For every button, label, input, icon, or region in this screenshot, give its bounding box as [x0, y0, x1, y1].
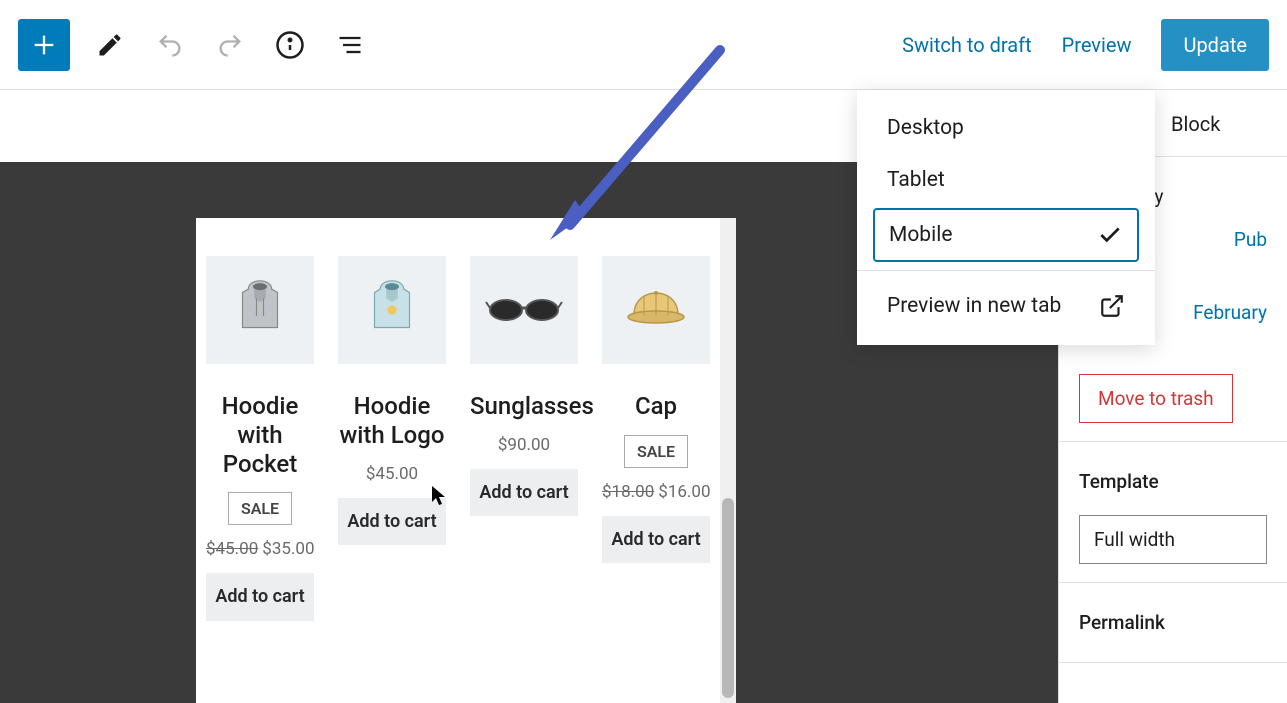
product-price: $90.00: [470, 435, 578, 455]
add-to-cart-button[interactable]: Add to cart: [206, 573, 314, 620]
hoodie-blue-icon: [357, 275, 427, 345]
info-icon: [275, 30, 305, 60]
product-image[interactable]: [206, 256, 314, 364]
preview-option-desktop[interactable]: Desktop: [857, 102, 1155, 154]
preview-option-tablet[interactable]: Tablet: [857, 154, 1155, 206]
editor-toolbar: Switch to draft Preview Update: [0, 0, 1287, 90]
sidebar-section-permalink: Permalink: [1059, 583, 1287, 663]
list-icon: [336, 31, 364, 59]
template-select[interactable]: Full width: [1079, 515, 1267, 564]
redo-icon: [216, 31, 244, 59]
product-title: Sunglasses: [470, 392, 578, 421]
pencil-icon: [96, 31, 124, 59]
info-button[interactable]: [270, 25, 310, 65]
switch-to-draft-button[interactable]: Switch to draft: [902, 33, 1032, 57]
preview-button[interactable]: Preview: [1062, 33, 1132, 57]
product-title: Hoodie with Pocket: [206, 392, 314, 478]
sale-badge: SALE: [228, 492, 292, 525]
product-image[interactable]: [338, 256, 446, 364]
product-price: $45.00$35.00: [206, 539, 314, 559]
template-label: Template: [1079, 460, 1267, 503]
scrollbar-thumb[interactable]: [722, 498, 734, 698]
plus-icon: [30, 31, 58, 59]
permalink-label: Permalink: [1079, 601, 1267, 644]
toolbar-right: Switch to draft Preview Update: [902, 19, 1269, 71]
product-card: Hoodie with Pocket SALE $45.00$35.00 Add…: [206, 256, 314, 621]
preview-new-tab[interactable]: Preview in new tab: [857, 279, 1155, 333]
product-price: $18.00$16.00: [602, 482, 710, 502]
product-title: Hoodie with Logo: [338, 392, 446, 450]
undo-button[interactable]: [150, 25, 190, 65]
scrollbar[interactable]: [720, 218, 736, 703]
preview-dropdown: Desktop Tablet Mobile Preview in new tab: [857, 90, 1155, 345]
redo-button[interactable]: [210, 25, 250, 65]
update-button[interactable]: Update: [1161, 19, 1269, 71]
product-title: Cap: [602, 392, 710, 421]
edit-mode-button[interactable]: [90, 25, 130, 65]
mobile-preview-frame: Hoodie with Pocket SALE $45.00$35.00 Add…: [196, 218, 736, 703]
add-to-cart-button[interactable]: Add to cart: [470, 469, 578, 516]
preview-new-tab-label: Preview in new tab: [887, 294, 1061, 318]
sunglasses-icon: [484, 290, 564, 330]
add-to-cart-button[interactable]: Add to cart: [602, 516, 710, 563]
sale-badge: SALE: [624, 435, 688, 468]
add-block-button[interactable]: [18, 19, 70, 71]
product-card: Hoodie with Logo $45.00 Add to cart: [338, 256, 446, 621]
product-image[interactable]: [602, 256, 710, 364]
preview-option-mobile[interactable]: Mobile: [873, 208, 1139, 262]
product-image[interactable]: [470, 256, 578, 364]
preview-content: Hoodie with Pocket SALE $45.00$35.00 Add…: [196, 218, 720, 703]
hoodie-gray-icon: [225, 275, 295, 345]
outline-button[interactable]: [330, 25, 370, 65]
toolbar-left: [18, 19, 370, 71]
external-link-icon: [1099, 293, 1125, 319]
check-icon: [1097, 222, 1123, 248]
product-card: Cap SALE $18.00$16.00 Add to cart: [602, 256, 710, 621]
add-to-cart-button[interactable]: Add to cart: [338, 498, 446, 545]
cap-icon: [619, 283, 694, 338]
sidebar-section-template: Template Full width: [1059, 442, 1287, 583]
product-price: $45.00: [338, 464, 446, 484]
product-grid: Hoodie with Pocket SALE $45.00$35.00 Add…: [206, 256, 710, 621]
preview-option-label: Mobile: [889, 223, 952, 247]
product-card: Sunglasses $90.00 Add to cart: [470, 256, 578, 621]
dropdown-separator: [857, 270, 1155, 271]
move-to-trash-button[interactable]: Move to trash: [1079, 374, 1233, 423]
undo-icon: [156, 31, 184, 59]
